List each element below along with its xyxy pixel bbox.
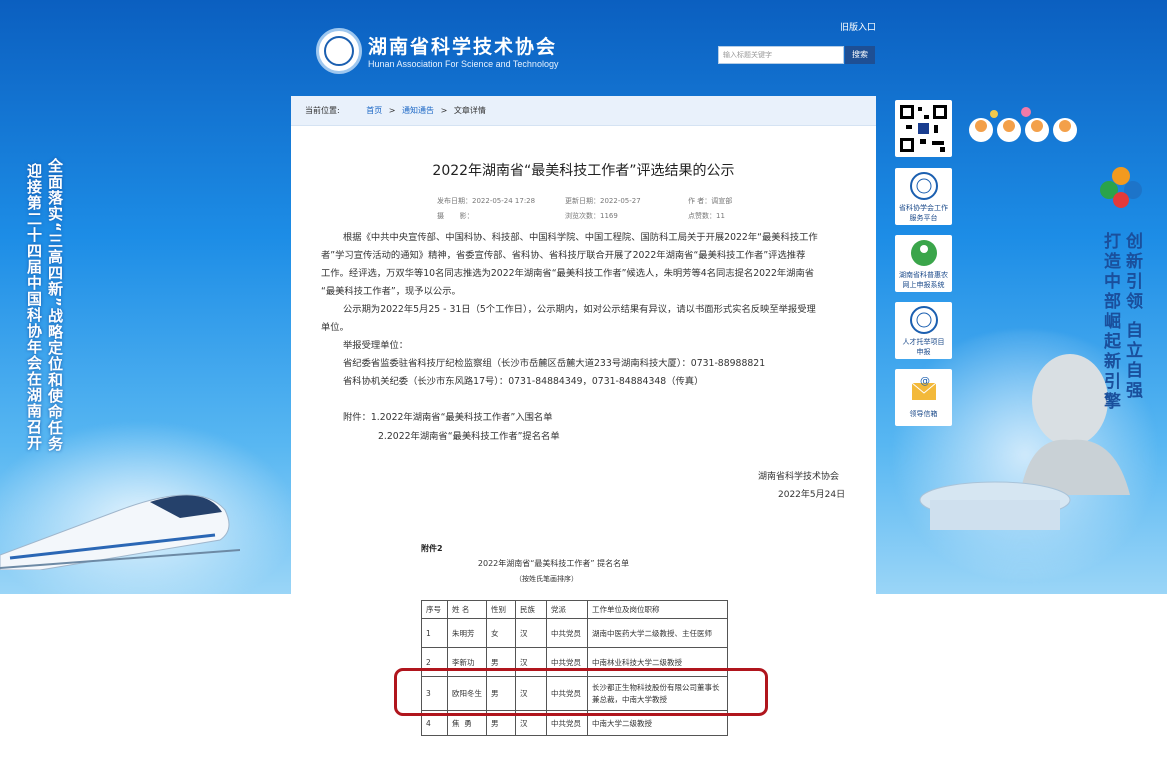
paragraph-line: 者”学习宣传活动的通知》精神，省委宣传部、省科协、省科技厅联合开展了2022年湖…	[321, 250, 806, 261]
column-header: 姓 名	[447, 600, 487, 619]
left-slogan-2: 迎接第二十四届中国科协年会在湖南召开	[25, 163, 43, 451]
column-header: 性别	[486, 600, 516, 619]
table-row: 1 朱明芳 女 汉 中共党员 湖南中医药大学二级教授、主任医师	[421, 618, 728, 648]
breadcrumb: 当前位置: 首页 > 通知通告 > 文章详情	[291, 96, 876, 126]
view-count: 浏览次数：1169	[565, 212, 618, 220]
sidebar-link-label: 领导信箱	[909, 410, 938, 418]
like-count: 点赞数：11	[688, 212, 725, 220]
breadcrumb-separator: >	[440, 106, 448, 115]
table-header-row: 序号 姓 名 性别 民族 党派 工作单位及岗位职称	[421, 600, 728, 619]
right-slogan-1: 创新引领 自立自强	[1122, 232, 1142, 401]
sidebar-link-leader-mailbox[interactable]: @ 领导信箱	[895, 369, 952, 426]
paragraph-line: 公示期为2022年5月25 - 31日（5个工作日），公示期内，如对公示结果有异…	[343, 304, 816, 315]
site-title[interactable]: 湖南省科学技术协会	[368, 32, 557, 59]
association-logo-icon	[909, 306, 938, 334]
mascot-illustration	[969, 107, 1077, 142]
publish-date: 发布日期：2022-05-24 17:28	[437, 197, 536, 205]
paragraph-line: 省纪委省监委驻省科技厅纪检监察组（长沙市岳麓区岳麓大道233号湖南科技大厦）：0…	[343, 358, 766, 369]
paragraph-line: “最美科技工作者”，现予以公示。	[321, 286, 461, 297]
old-version-link[interactable]: 旧版入口	[840, 20, 876, 33]
author: 作 者：调宣部	[688, 197, 733, 205]
qr-code-icon	[898, 103, 949, 154]
breadcrumb-section[interactable]: 通知通告	[402, 106, 434, 115]
site-subtitle: Hunan Association For Science and Techno…	[368, 59, 559, 69]
attachment-link-2[interactable]: 2.2022年湖南省“最美科技工作者”提名名单	[378, 428, 560, 446]
qr-code	[895, 100, 952, 157]
paragraph-line: 省科协机关纪委（长沙市东风路17号）：0731-84884349，0731-84…	[343, 376, 704, 387]
mail-icon: @	[911, 376, 936, 400]
photographer: 摄 影：	[437, 212, 474, 220]
table-cell: 湖南中医药大学二级教授、主任医师	[587, 618, 728, 648]
column-header: 工作单位及岗位职称	[587, 600, 728, 619]
association-logo-icon	[909, 172, 938, 200]
paragraph-line: 举报受理单位：	[343, 340, 409, 351]
sidebar-link-talent-project[interactable]: 人才托举项目申报	[895, 302, 952, 359]
breadcrumb-separator: >	[388, 106, 396, 115]
site-logo-icon[interactable]	[316, 28, 362, 74]
signature-org: 湖南省科学技术协会	[758, 472, 840, 482]
left-slogan-1: 全面落实“三高四新”战略定位和使命任务	[46, 158, 64, 452]
science-farm-icon	[910, 240, 937, 266]
breadcrumb-home[interactable]: 首页	[366, 106, 382, 115]
search-input[interactable]: 输入标题关键字	[718, 46, 844, 64]
breadcrumb-prefix: 当前位置:	[305, 106, 340, 115]
update-date: 更新日期：2022-05-27	[565, 197, 641, 205]
svg-text:@: @	[920, 376, 930, 387]
column-header: 序号	[421, 600, 448, 619]
column-header: 民族	[515, 600, 547, 619]
paragraph-line: 单位。	[321, 322, 349, 333]
sidebar-link-society-platform[interactable]: 省科协学会工作服务平台	[895, 168, 952, 225]
right-logo-icon	[1100, 167, 1142, 208]
column-header: 党派	[546, 600, 588, 619]
attachment-title: 2022年湖南省“最美科技工作者” 提名名单	[477, 559, 630, 568]
paragraph-line: 根据《中共中央宣传部、中国科协、科技部、中国科学院、中国工程院、国防科工局关于开…	[343, 232, 818, 243]
table-cell: 女	[486, 618, 516, 648]
table-cell: 朱明芳	[447, 618, 487, 648]
sidebar-link-label: 人才托举项目申报	[902, 338, 945, 356]
sidebar-link-label: 省科协学会工作服务平台	[899, 204, 948, 222]
right-slogan-2: 打造中部崛起新引擎	[1100, 232, 1120, 412]
highlight-annotation	[394, 668, 768, 716]
article-title: 2022年湖南省“最美科技工作者”评选结果的公示	[432, 163, 735, 179]
building-illustration	[919, 481, 1071, 530]
table-cell: 中共党员	[546, 618, 588, 648]
table-cell: 汉	[515, 618, 547, 648]
signature-date: 2022年5月24日	[778, 490, 846, 500]
sidebar-link-science-farm[interactable]: 湖南省科普惠农网上申报系统	[895, 235, 952, 292]
search-button[interactable]: 搜索	[845, 46, 875, 64]
breadcrumb-current: 文章详情	[453, 106, 486, 115]
table-cell: 1	[421, 618, 448, 648]
attachment-label: 附件2	[421, 544, 443, 553]
attachment-note: （按姓氏笔画排序）	[515, 575, 578, 583]
sidebar-link-label: 湖南省科普惠农网上申报系统	[899, 271, 948, 289]
paragraph-line: 工作。经评选，万双华等10名同志推选为2022年湖南省“最美科技工作者”候选人，…	[321, 268, 815, 279]
attachment-link-1[interactable]: 附件：1.2022年湖南省“最美科技工作者”入围名单	[343, 409, 553, 427]
